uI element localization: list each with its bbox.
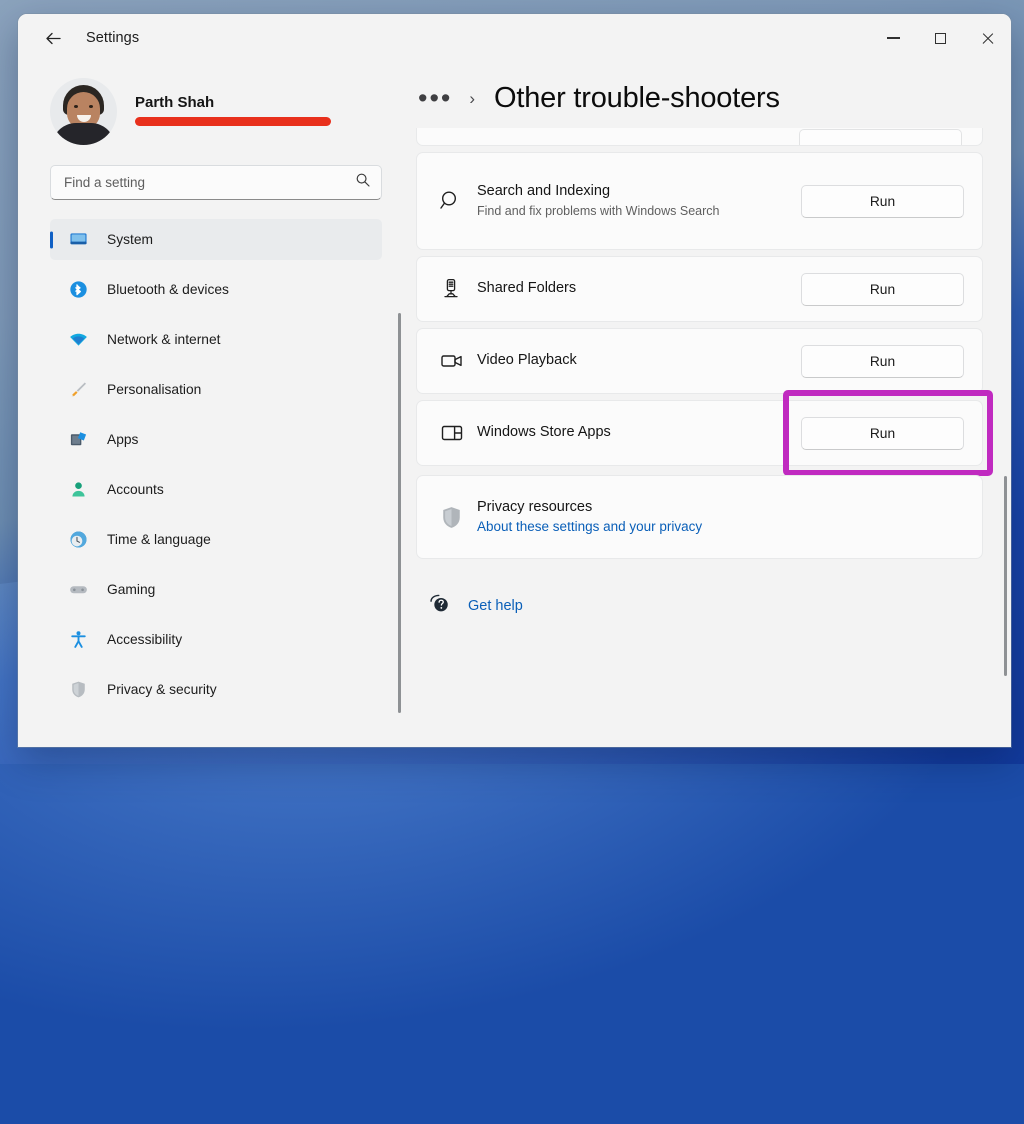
content-scrollbar[interactable] [1004, 476, 1007, 676]
shield-icon [439, 505, 477, 530]
breadcrumb-separator-icon: › [469, 89, 475, 109]
breadcrumb-overflow-button[interactable]: ••• [416, 86, 454, 110]
breadcrumb: ••• › Other trouble-shooters [416, 62, 1011, 115]
gamepad-icon [68, 580, 88, 600]
search-container [18, 159, 410, 200]
troubleshooter-card: Search and Indexing Find and fix problem… [416, 152, 983, 250]
search-icon[interactable] [355, 172, 371, 193]
page-title: Other trouble-shooters [494, 82, 780, 115]
window-controls [870, 14, 1011, 62]
sidebar-item-network-internet[interactable]: Network & internet [50, 319, 382, 360]
troubleshooter-title: Windows Store Apps [477, 423, 787, 443]
sidebar-item-label: Accounts [107, 482, 164, 497]
get-help-link[interactable]: Get help [428, 592, 523, 620]
maximize-icon[interactable] [917, 14, 964, 62]
sidebar-item-accounts[interactable]: Accounts [50, 469, 382, 510]
search-box[interactable] [50, 165, 382, 200]
sidebar-item-gaming[interactable]: Gaming [50, 569, 382, 610]
privacy-resources-card: Privacy resources About these settings a… [416, 475, 983, 559]
sidebar: Parth Shah [18, 62, 410, 747]
apps-icon [68, 430, 88, 450]
minimize-icon[interactable] [870, 14, 917, 62]
sidebar-item-label: Accessibility [107, 632, 182, 647]
troubleshooter-card: Windows Store Apps Run [416, 400, 983, 466]
get-help-label: Get help [468, 598, 523, 614]
monitor-icon [68, 230, 88, 250]
run-button[interactable]: Run [801, 417, 964, 450]
troubleshooter-list: Search and Indexing Find and fix problem… [410, 128, 1011, 747]
troubleshooter-card-partial [416, 128, 983, 146]
settings-window: Settings [18, 14, 1011, 747]
sidebar-item-accessibility[interactable]: Accessibility [50, 619, 382, 660]
email-redaction-bar [135, 117, 331, 126]
sidebar-nav: System Bluetooth & devices [18, 219, 410, 710]
back-arrow-icon[interactable] [36, 21, 70, 55]
privacy-settings-link[interactable]: About these settings and your privacy [477, 519, 702, 534]
sidebar-item-label: Apps [107, 432, 138, 447]
sidebar-item-label: Bluetooth & devices [107, 282, 229, 297]
sidebar-item-label: Network & internet [107, 332, 221, 347]
help-bubble-icon [428, 592, 451, 620]
title-bar: Settings [18, 14, 1011, 62]
profile-email [135, 114, 331, 129]
video-camera-icon [439, 348, 477, 374]
run-button[interactable]: Run [801, 273, 964, 306]
sidebar-item-label: Time & language [107, 532, 211, 547]
server-icon [439, 277, 477, 301]
sidebar-item-system[interactable]: System [50, 219, 382, 260]
avatar [50, 78, 117, 145]
troubleshooter-subtitle: Find and fix problems with Windows Searc… [477, 202, 729, 220]
sidebar-item-label: Privacy & security [107, 682, 217, 697]
sidebar-item-bluetooth-devices[interactable]: Bluetooth & devices [50, 269, 382, 310]
window-title: Settings [86, 30, 139, 46]
content-pane: ••• › Other trouble-shooters [410, 62, 1011, 747]
run-button[interactable]: Run [801, 345, 964, 378]
shield-icon [68, 680, 88, 700]
run-button[interactable]: Run [801, 185, 964, 218]
troubleshooter-title: Search and Indexing [477, 182, 787, 202]
accessibility-icon [68, 630, 88, 650]
troubleshooter-title: Shared Folders [477, 279, 787, 299]
troubleshooter-title: Video Playback [477, 351, 787, 371]
wifi-icon [68, 330, 88, 350]
partial-run-button[interactable] [799, 129, 962, 145]
sidebar-item-personalisation[interactable]: Personalisation [50, 369, 382, 410]
magnifier-icon [439, 189, 477, 213]
user-profile[interactable]: Parth Shah [18, 62, 410, 159]
profile-name: Parth Shah [135, 94, 331, 111]
sidebar-item-label: Personalisation [107, 382, 201, 397]
window-body: Parth Shah [18, 62, 1011, 747]
sidebar-item-privacy-security[interactable]: Privacy & security [50, 669, 382, 710]
close-icon[interactable] [964, 14, 1011, 62]
troubleshooter-card: Shared Folders Run [416, 256, 983, 322]
sidebar-scrollbar[interactable] [398, 313, 401, 713]
search-input[interactable] [64, 175, 355, 190]
bluetooth-icon [68, 280, 88, 300]
sidebar-item-time-language[interactable]: Time & language [50, 519, 382, 560]
sidebar-item-label: Gaming [107, 582, 155, 597]
troubleshooter-card: Video Playback Run [416, 328, 983, 394]
sidebar-item-apps[interactable]: Apps [50, 419, 382, 460]
person-icon [68, 480, 88, 500]
store-apps-icon [439, 420, 477, 446]
sidebar-item-label: System [107, 232, 153, 247]
clock-globe-icon [68, 530, 88, 550]
paintbrush-icon [68, 380, 88, 400]
privacy-resources-title: Privacy resources [477, 498, 950, 518]
